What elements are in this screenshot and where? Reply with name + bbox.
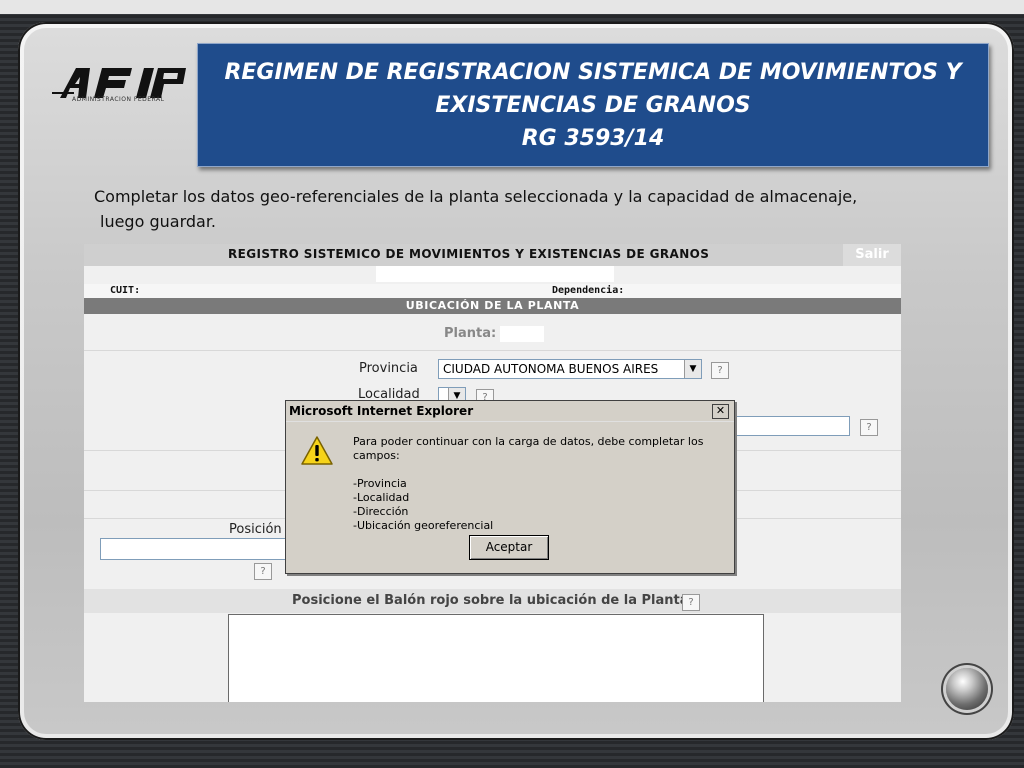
chevron-down-icon[interactable]: ▼ <box>684 360 701 378</box>
aceptar-button[interactable]: Aceptar <box>469 535 549 560</box>
map-area[interactable] <box>228 614 764 702</box>
top-bar <box>0 0 1024 14</box>
app-header: REGISTRO SISTEMICO DE MOVIMIENTOS Y EXIS… <box>84 244 901 266</box>
slide-title: REGIMEN DE REGISTRACION SISTEMICA DE MOV… <box>197 43 989 167</box>
logo-subtitle: ADMINISTRACION FEDERAL <box>72 96 165 103</box>
row-divider <box>84 350 901 351</box>
posicion-label: Posición <box>229 522 282 537</box>
provincia-value: CIUDAD AUTONOMA BUENOS AIRES <box>443 362 659 376</box>
warning-icon <box>301 436 333 465</box>
instruction-line-2: luego guardar. <box>100 212 217 231</box>
title-line-2: EXISTENCIAS DE GRANOS <box>435 93 751 118</box>
help-provincia-button[interactable]: ? <box>711 362 729 379</box>
dialog-title: Microsoft Internet Explorer <box>289 404 474 418</box>
instruction-text: Completar los datos geo-referenciales de… <box>94 184 974 234</box>
alert-dialog: Microsoft Internet Explorer ✕ Para poder… <box>285 400 735 574</box>
help-posicion-button[interactable]: ? <box>254 563 272 580</box>
dependencia-label: Dependencia: <box>552 285 625 296</box>
help-map-button[interactable]: ? <box>682 594 700 611</box>
dialog-message: Para poder continuar con la carga de dat… <box>353 435 734 533</box>
help-direccion-button[interactable]: ? <box>860 419 878 436</box>
missing-field-localidad: -Localidad <box>353 491 410 504</box>
provincia-label: Provincia <box>359 361 418 376</box>
map-instruction-text: Posicione el Balón rojo sobre la ubicaci… <box>292 593 689 608</box>
decorative-ball <box>946 668 988 710</box>
missing-field-provincia: -Provincia <box>353 477 407 490</box>
close-icon[interactable]: ✕ <box>712 404 729 419</box>
dialog-message-text: Para poder continuar con la carga de dat… <box>353 435 704 462</box>
cuit-label: CUIT: <box>110 285 141 296</box>
section-header: UBICACIÓN DE LA PLANTA <box>84 298 901 314</box>
provincia-select[interactable]: CIUDAD AUTONOMA BUENOS AIRES ▼ <box>438 359 702 379</box>
planta-value-redacted <box>500 326 544 342</box>
map-instruction-bar: Posicione el Balón rojo sobre la ubicaci… <box>84 589 901 613</box>
title-line-3: RG 3593/14 <box>521 126 665 151</box>
missing-field-ubicacion: -Ubicación georeferencial <box>353 519 494 532</box>
missing-field-direccion: -Dirección <box>353 505 409 518</box>
title-line-1: REGIMEN DE REGISTRACION SISTEMICA DE MOV… <box>224 60 962 85</box>
message-spacer <box>353 463 734 477</box>
app-header-title: REGISTRO SISTEMICO DE MOVIMIENTOS Y EXIS… <box>228 247 710 261</box>
instruction-line-1: Completar los datos geo-referenciales de… <box>94 187 858 206</box>
salir-button[interactable]: Salir <box>843 244 901 266</box>
redacted-field <box>376 266 614 282</box>
planta-label: Planta: <box>444 326 497 341</box>
cuit-bar: CUIT: Dependencia: <box>84 284 901 298</box>
direccion-input[interactable] <box>724 416 850 436</box>
posicion-input[interactable] <box>100 538 292 560</box>
dialog-titlebar: Microsoft Internet Explorer ✕ <box>286 401 734 422</box>
